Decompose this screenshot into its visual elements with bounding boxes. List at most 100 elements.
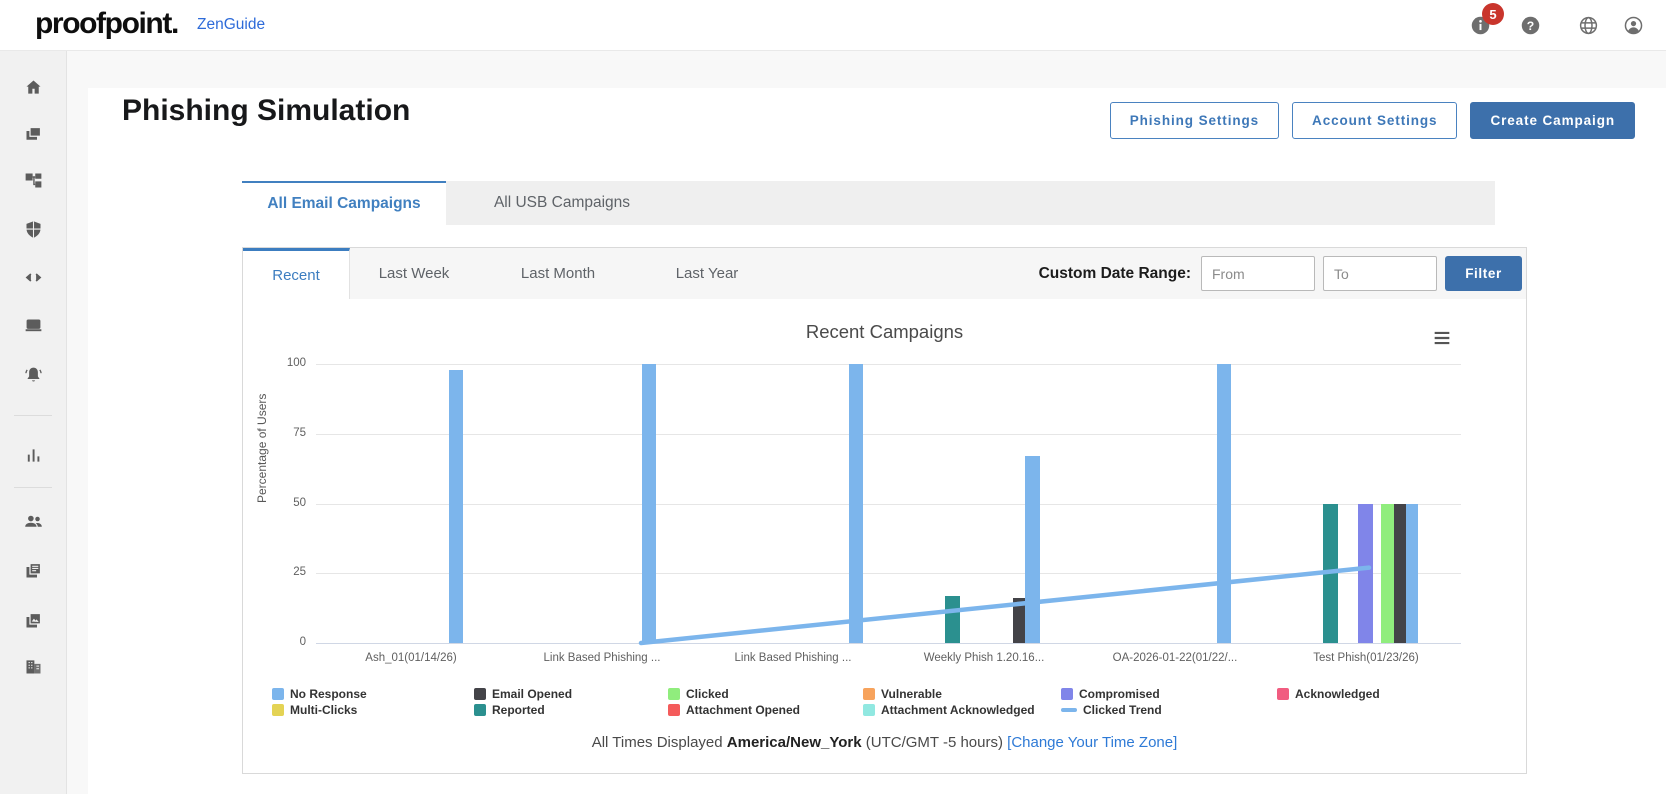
tab-last-year[interactable]: Last Year [646, 248, 768, 299]
legend-swatch [474, 704, 486, 716]
change-timezone-link[interactable]: [Change Your Time Zone] [1007, 734, 1177, 751]
shield-icon [23, 219, 44, 240]
globe-icon[interactable] [1578, 15, 1599, 36]
people-icon [23, 511, 44, 532]
proofpoint-logo[interactable]: proofpoint. [35, 7, 179, 41]
legend-item-reported[interactable]: Reported [474, 703, 545, 717]
gridline-50 [316, 503, 1461, 505]
timezone-value: America/New_York [726, 734, 862, 751]
sidebar-item-content-library[interactable] [0, 117, 66, 151]
legend-label: Compromised [1079, 687, 1160, 701]
legend-item-compromised[interactable]: Compromised [1061, 687, 1160, 701]
bar-no-response [1024, 456, 1040, 643]
chart-title: Recent Campaigns [805, 321, 964, 342]
code-icon [23, 267, 44, 288]
bar-clicked [1380, 503, 1394, 643]
date-filter-bar: Recent Last Week Last Month Last Year Cu… [243, 248, 1526, 299]
legend-item-clicked-trend[interactable]: Clicked Trend [1061, 703, 1162, 717]
page-title: Phishing Simulation [122, 94, 411, 127]
legend-swatch [863, 704, 875, 716]
from-date-input[interactable] [1201, 256, 1315, 291]
legend-swatch [272, 704, 284, 716]
help-icon[interactable]: ? [1520, 15, 1541, 36]
legend-item-multi-clicks[interactable]: Multi-Clicks [272, 703, 357, 717]
bar-chart-icon [23, 445, 44, 466]
tab-recent[interactable]: Recent [243, 248, 350, 299]
collections-icon [23, 124, 44, 145]
tab-last-month[interactable]: Last Month [492, 248, 624, 299]
sidebar-item-reports[interactable] [0, 438, 66, 472]
gridline-25 [316, 573, 1461, 575]
phishing-settings-button[interactable]: Phishing Settings [1109, 102, 1280, 139]
gridline-0 [316, 643, 1461, 644]
legend-label: Attachment Opened [686, 703, 801, 717]
legend-item-no-response[interactable]: No Response [272, 687, 367, 701]
bar-no-response [642, 364, 656, 643]
account-icon[interactable] [1623, 15, 1644, 36]
legend-swatch [1061, 708, 1077, 712]
bar-email-opened [1394, 503, 1406, 643]
x-category-label: Test Phish(01/23/26) [1313, 652, 1419, 664]
create-campaign-button[interactable]: Create Campaign [1470, 102, 1635, 139]
tab-all-email-campaigns[interactable]: All Email Campaigns [242, 181, 446, 225]
sidebar-item-alerts[interactable] [0, 358, 66, 392]
x-category-label: Link Based Phishing ... [543, 652, 661, 664]
sidebar-divider [14, 487, 52, 488]
legend-label: Clicked [686, 687, 729, 701]
legend-label: Email Opened [492, 687, 573, 701]
header-strip [67, 50, 1666, 88]
legend-label: Clicked Trend [1083, 703, 1162, 717]
x-category-label: Link Based Phishing ... [734, 652, 852, 664]
notification-badge[interactable]: 5 [1482, 3, 1504, 25]
gridline-100 [316, 364, 1461, 365]
header-actions: Phishing Settings Account Settings Creat… [1109, 102, 1635, 139]
product-name: ZenGuide [197, 16, 266, 33]
x-category-label: Ash_01(01/14/26) [365, 652, 457, 664]
legend-swatch [272, 688, 284, 700]
photo-library-icon [23, 610, 44, 631]
sidebar-item-company[interactable] [0, 649, 66, 683]
x-category-label: Weekly Phish 1.20.16... [923, 652, 1045, 664]
sidebar-item-integrations[interactable] [0, 260, 66, 294]
sidebar-item-articles[interactable] [0, 553, 66, 587]
sidebar-item-security[interactable] [0, 212, 66, 246]
bell-icon [23, 365, 44, 386]
sidebar-item-structure[interactable] [0, 163, 66, 197]
top-bar: proofpoint. ZenGuide 5 ? [0, 0, 1666, 51]
legend-item-attachment-opened[interactable]: Attachment Opened [668, 703, 800, 717]
y-tick-label: 0 [299, 636, 306, 648]
chart-canvas: Recent Campaigns Percentage of Users All… [243, 299, 1526, 773]
y-axis-title: Percentage of Users [255, 393, 269, 503]
legend-item-vulnerable[interactable]: Vulnerable [863, 687, 942, 701]
legend-item-attachment-acknowledged[interactable]: Attachment Acknowledged [863, 703, 1035, 717]
legend-item-clicked[interactable]: Clicked [668, 687, 729, 701]
legend-swatch [1277, 688, 1289, 700]
legend-label: No Response [290, 687, 367, 701]
account-settings-button[interactable]: Account Settings [1292, 102, 1458, 139]
sidebar-item-devices[interactable] [0, 308, 66, 342]
svg-text:?: ? [1527, 19, 1534, 33]
timezone-prefix: All Times Displayed [591, 734, 723, 751]
legend-item-acknowledged[interactable]: Acknowledged [1277, 687, 1380, 701]
y-tick-label: 50 [293, 496, 306, 509]
legend-swatch [668, 688, 680, 700]
chart-menu-icon[interactable] [1431, 327, 1453, 349]
bar-reported [944, 595, 960, 643]
bar-no-response [449, 369, 463, 643]
sidebar-item-home[interactable] [0, 70, 66, 104]
filter-button[interactable]: Filter [1445, 256, 1522, 291]
tab-all-usb-campaigns[interactable]: All USB Campaigns [446, 181, 678, 225]
legend-swatch [863, 688, 875, 700]
sidebar-item-users[interactable] [0, 504, 66, 538]
tab-last-week[interactable]: Last Week [350, 248, 478, 299]
legend-swatch [1061, 688, 1073, 700]
legend-label: Reported [492, 703, 545, 717]
campaigns-card: Recent Last Week Last Month Last Year Cu… [242, 247, 1527, 774]
legend-item-email-opened[interactable]: Email Opened [474, 687, 572, 701]
sidebar-item-media[interactable] [0, 603, 66, 637]
campaign-tabs: All Email Campaigns All USB Campaigns [242, 181, 1495, 225]
y-tick-label: 25 [293, 566, 306, 579]
bar-no-response [1406, 503, 1418, 643]
timezone-offset: (UTC/GMT -5 hours) [865, 734, 1003, 751]
to-date-input[interactable] [1323, 256, 1437, 291]
